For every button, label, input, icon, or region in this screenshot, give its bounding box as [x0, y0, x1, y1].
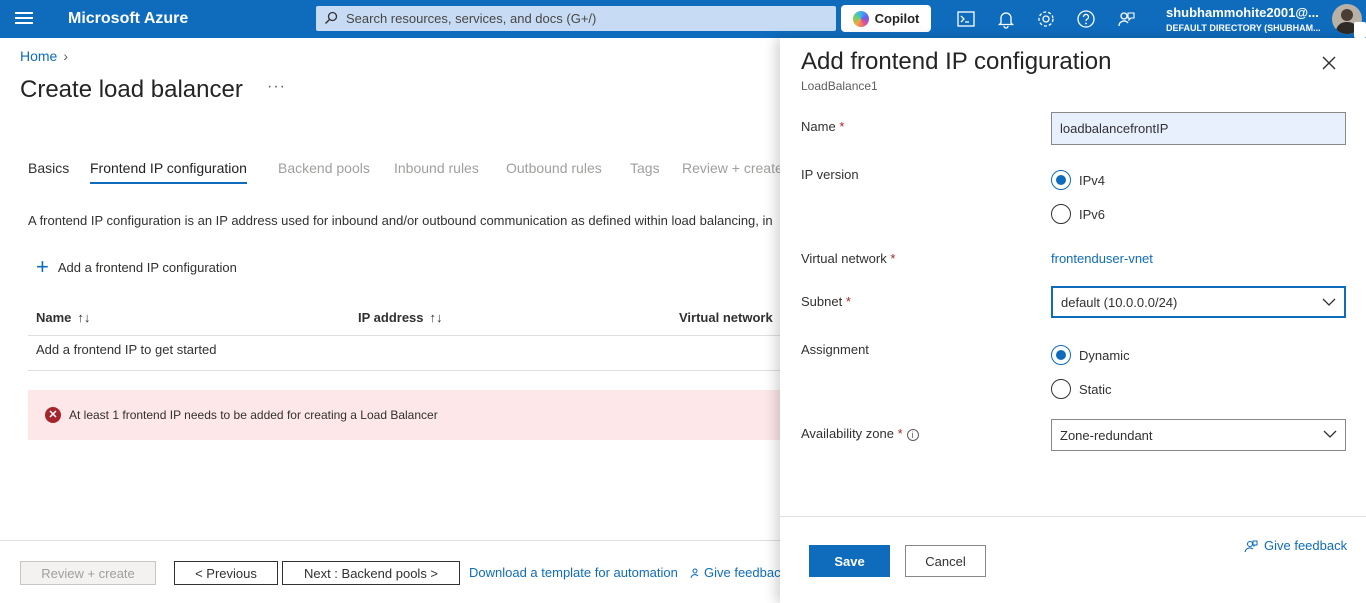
add-frontend-ip-label: Add a frontend IP configuration — [57, 259, 237, 275]
ipv4-radio[interactable]: IPv4 — [1051, 170, 1105, 190]
chevron-down-icon — [1323, 430, 1337, 438]
breadcrumb-home[interactable]: Home — [20, 48, 57, 64]
subnet-dropdown[interactable]: default (10.0.0.0/24) — [1051, 286, 1346, 318]
availability-zone-value: Zone-redundant — [1060, 427, 1153, 443]
sort-icon: ↑↓ — [77, 310, 91, 325]
tab-tags[interactable]: Tags — [630, 160, 660, 176]
add-frontend-ip-button[interactable]: + Add a frontend IP configuration — [36, 254, 237, 279]
more-options-icon[interactable]: ··· — [267, 78, 286, 96]
page-title: Create load balancer — [20, 76, 243, 103]
close-icon[interactable] — [1320, 54, 1338, 72]
assignment-label: Assignment — [801, 342, 869, 357]
copilot-icon — [852, 10, 869, 27]
next-backend-pools-button[interactable]: Next : Backend pools > — [282, 561, 460, 585]
tab-inbound-rules[interactable]: Inbound rules — [394, 160, 479, 176]
column-header-virtual-network[interactable]: Virtual network↑↓ — [679, 310, 792, 325]
availability-zone-dropdown[interactable]: Zone-redundant — [1051, 419, 1346, 451]
give-feedback-label: Give feedback — [704, 565, 788, 580]
search-input[interactable] — [346, 9, 826, 28]
empty-table-message: Add a frontend IP to get started — [36, 342, 217, 357]
breadcrumb[interactable]: Home › — [20, 48, 68, 64]
name-input[interactable] — [1051, 112, 1346, 145]
feedback-icon[interactable] — [1116, 9, 1136, 29]
copilot-button[interactable]: Copilot — [841, 5, 931, 32]
error-banner: ✕ At least 1 frontend IP needs to be add… — [28, 390, 780, 440]
footer-divider — [0, 540, 780, 541]
top-bar: Microsoft Azure Copilot shubhammohite200… — [0, 0, 1366, 38]
ip-version-label: IP version — [801, 167, 859, 182]
table-header: Name↑↓ IP address↑↓ Virtual network↑↓ — [28, 300, 792, 336]
panel-subtitle: LoadBalance1 — [801, 79, 878, 93]
virtual-network-link[interactable]: frontenduser-vnet — [1051, 251, 1153, 266]
chevron-right-icon: › — [63, 48, 69, 64]
account-menu[interactable]: shubhammohite2001@... DEFAULT DIRECTORY … — [1166, 5, 1321, 33]
error-message: At least 1 frontend IP needs to be added… — [69, 408, 438, 422]
bell-icon[interactable] — [996, 9, 1016, 29]
frontend-ip-panel: Add frontend IP configuration LoadBalanc… — [780, 38, 1366, 603]
tab-basics[interactable]: Basics — [28, 160, 69, 176]
panel-give-feedback-link[interactable]: Give feedback — [1244, 538, 1347, 553]
cancel-button[interactable]: Cancel — [905, 545, 986, 577]
plus-icon: + — [36, 254, 49, 279]
panel-footer-divider — [780, 516, 1366, 517]
panel-give-feedback-label: Give feedback — [1264, 538, 1348, 553]
tab-review-create[interactable]: Review + create — [682, 160, 783, 176]
table-divider — [28, 370, 780, 371]
previous-button[interactable]: < Previous — [174, 561, 278, 585]
section-description: A frontend IP configuration is an IP add… — [28, 213, 773, 228]
tab-backend-pools[interactable]: Backend pools — [278, 160, 370, 176]
brand-title[interactable]: Microsoft Azure — [68, 10, 188, 28]
column-header-ip-address[interactable]: IP address ↑↓ — [358, 310, 443, 325]
scrollbar-thumb[interactable] — [1354, 22, 1366, 38]
info-icon[interactable]: i — [906, 428, 919, 441]
user-directory: DEFAULT DIRECTORY (SHUBHAM... — [1166, 23, 1321, 33]
virtual-network-label: Virtual network * — [801, 251, 896, 266]
user-name: shubhammohite2001@... — [1166, 5, 1319, 20]
error-icon: ✕ — [45, 407, 61, 423]
ipv6-radio[interactable]: IPv6 — [1051, 204, 1105, 224]
tab-frontend-ip-configuration[interactable]: Frontend IP configuration — [90, 160, 247, 184]
help-icon[interactable] — [1076, 9, 1096, 29]
static-radio[interactable]: Static — [1051, 379, 1112, 399]
gear-icon[interactable] — [1036, 9, 1056, 29]
save-button[interactable]: Save — [809, 545, 890, 577]
tab-outbound-rules[interactable]: Outbound rules — [506, 160, 602, 176]
subnet-label: Subnet * — [801, 294, 851, 309]
global-search[interactable] — [316, 6, 836, 31]
cloud-shell-icon[interactable] — [956, 9, 976, 29]
subnet-value: default (10.0.0.0/24) — [1061, 294, 1178, 310]
review-create-button[interactable]: Review + create — [20, 561, 156, 585]
sort-icon: ↑↓ — [429, 310, 443, 325]
column-header-name[interactable]: Name ↑↓ — [36, 310, 90, 325]
dynamic-radio[interactable]: Dynamic — [1051, 345, 1130, 365]
feedback-icon — [690, 568, 699, 578]
name-label: Name * — [801, 119, 845, 134]
panel-title: Add frontend IP configuration — [801, 48, 1112, 75]
availability-zone-label: Availability zone * i — [801, 426, 919, 441]
hamburger-menu-icon[interactable] — [14, 9, 34, 29]
download-template-link[interactable]: Download a template for automation — [469, 565, 678, 580]
chevron-down-icon — [1322, 298, 1336, 306]
copilot-label: Copilot — [874, 11, 920, 26]
give-feedback-link[interactable]: Give feedback — [690, 565, 787, 580]
search-icon — [325, 11, 338, 24]
feedback-icon — [1244, 540, 1258, 552]
